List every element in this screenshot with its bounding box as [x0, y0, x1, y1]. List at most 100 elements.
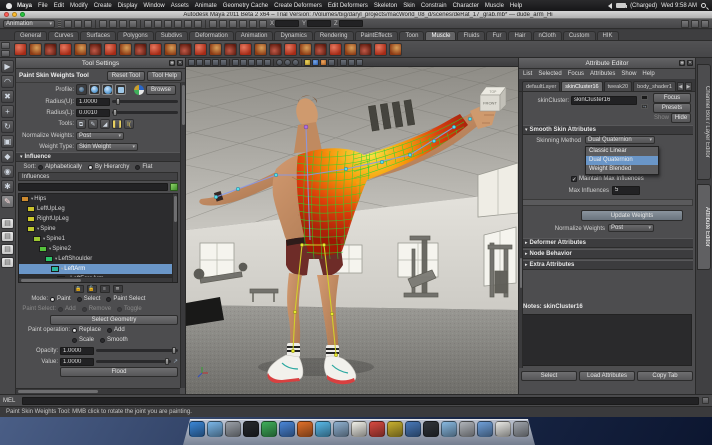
muscle-shelf-tool-icon[interactable]	[329, 43, 342, 56]
section-node-behavior[interactable]: Node Behavior	[521, 249, 693, 259]
radio-paint[interactable]: Paint	[50, 296, 71, 302]
mel-label[interactable]: MEL	[3, 398, 19, 404]
expand-arrow-icon[interactable]: ▾	[31, 196, 33, 202]
dock-app-mail[interactable]	[333, 421, 349, 437]
hide-button[interactable]: Hide	[671, 113, 691, 123]
presets-button[interactable]: Presets	[653, 103, 691, 113]
brush-profile-medium[interactable]	[89, 84, 100, 95]
menu-item-create-deformers[interactable]: Create Deformers	[273, 3, 323, 9]
select-object-icon[interactable]	[109, 20, 117, 28]
textured-icon[interactable]	[248, 59, 255, 66]
show-manipulator-tool-icon[interactable]: ✱	[1, 180, 14, 193]
dock-app-folder[interactable]	[477, 421, 493, 437]
muscle-shelf-tool-icon[interactable]	[149, 43, 162, 56]
mirror-weights-icon[interactable]: ▌▐	[112, 119, 122, 129]
radio-toggle[interactable]: Toggle	[117, 306, 142, 312]
shelf-tab-rendering[interactable]: Rendering	[314, 31, 354, 40]
xray-icon[interactable]	[284, 59, 291, 66]
shelf-tab-polygons[interactable]: Polygons	[117, 31, 154, 40]
tool-settings-vscrollbar[interactable]	[180, 83, 185, 388]
paint-tool-icon[interactable]: ✎	[88, 119, 98, 129]
muscle-shelf-tool-icon[interactable]	[119, 43, 132, 56]
view-cube-top-label[interactable]: TOP	[490, 90, 498, 94]
dock-app-app-red[interactable]	[369, 421, 385, 437]
menu-item-constrain[interactable]: Constrain	[420, 3, 448, 9]
lock-weights-icon[interactable]: 🔒	[74, 285, 84, 293]
lighting-icon[interactable]	[256, 59, 263, 66]
dock-app-ical[interactable]	[351, 421, 367, 437]
fog-icon[interactable]	[340, 59, 347, 66]
menu-item-character[interactable]: Character	[452, 3, 480, 9]
radius-u-slider[interactable]	[112, 100, 178, 103]
ae-normalize-dropdown[interactable]: Post▾	[608, 224, 654, 232]
snap-grid-icon[interactable]	[129, 20, 137, 28]
dock-app-trash[interactable]	[513, 421, 529, 437]
muscle-shelf-tool-icon[interactable]	[314, 43, 327, 56]
multisample-icon[interactable]	[320, 59, 327, 66]
select-component-icon[interactable]	[119, 20, 127, 28]
muscle-shelf-tool-icon[interactable]	[299, 43, 312, 56]
muscle-shelf-tool-icon[interactable]	[179, 43, 192, 56]
tab-channel-box[interactable]: Channel Box / Layer Editor	[697, 64, 711, 180]
close-window-button[interactable]	[4, 12, 9, 17]
menu-item-edit-deformers[interactable]: Edit Deformers	[327, 3, 369, 9]
weight-type-dropdown[interactable]: Skin Weight▾	[76, 143, 138, 151]
muscle-shelf-tool-icon[interactable]	[14, 43, 27, 56]
ae-menu-help[interactable]: Help	[642, 71, 654, 77]
menu-item-create[interactable]: Create	[93, 3, 113, 9]
wireframe-icon[interactable]	[232, 59, 239, 66]
shadows-icon[interactable]	[264, 59, 271, 66]
influence-list-hscrollbar[interactable]	[19, 277, 172, 282]
dock-app-photoshop[interactable]	[423, 421, 439, 437]
dock-app-iphoto[interactable]	[261, 421, 277, 437]
dock-app-itunes[interactable]	[207, 421, 223, 437]
ae-tab-skincluster16[interactable]: skinCluster16	[561, 81, 602, 91]
muscle-shelf-tool-icon[interactable]	[59, 43, 72, 56]
shelf-tab-curves[interactable]: Curves	[48, 31, 79, 40]
influence-row-rightupleg[interactable]: RightUpLeg	[19, 214, 177, 224]
radio-replace[interactable]: Replace	[72, 327, 101, 333]
ae-menu-attributes[interactable]: Attributes	[590, 71, 615, 77]
minimize-window-button[interactable]	[12, 12, 17, 17]
make-live-icon[interactable]	[184, 20, 192, 28]
snap-point-icon[interactable]	[154, 20, 162, 28]
ae-menu-selected[interactable]: Selected	[538, 71, 561, 77]
battery-icon[interactable]	[616, 3, 626, 8]
viewport[interactable]: FRONT TOP	[186, 67, 518, 394]
render-icon[interactable]	[209, 20, 217, 28]
dock-app-calculator[interactable]	[225, 421, 241, 437]
screen-ao-icon[interactable]	[304, 59, 311, 66]
new-scene-icon[interactable]	[64, 20, 72, 28]
menu-item-animate[interactable]: Animate	[194, 3, 218, 9]
smooth-flood-icon[interactable]: I(	[124, 119, 134, 129]
show-sidebar-icon[interactable]	[681, 20, 689, 28]
node-name-field[interactable]: skinCluster16	[571, 96, 637, 105]
scale-tool-icon[interactable]: ▣	[1, 135, 14, 148]
unlock-weights-icon[interactable]: 🔓	[87, 285, 97, 293]
smooth-skin-section-header[interactable]: Smooth Skin Attributes	[521, 125, 693, 135]
save-scene-icon[interactable]	[84, 20, 92, 28]
menubar-clock[interactable]: Wed 9:58 AM	[661, 3, 697, 9]
menu-item-maya[interactable]: Maya	[16, 3, 33, 9]
copy-tab-button[interactable]: Copy Tab	[637, 371, 693, 381]
load-attributes-button[interactable]: Load Attributes	[579, 371, 635, 381]
opacity-field[interactable]: 1.0000	[60, 347, 94, 355]
depth-of-field-icon[interactable]	[328, 59, 335, 66]
window-titlebar[interactable]: Autodesk Maya 2011 Beta 2 x64 – Trial Ve…	[0, 11, 712, 19]
mel-input[interactable]	[22, 397, 699, 405]
spotlight-icon[interactable]	[701, 3, 706, 8]
influence-row-spine[interactable]: ▾Spine	[19, 224, 177, 234]
brush-profile-square[interactable]	[115, 84, 126, 95]
flood-button[interactable]: Flood	[60, 367, 178, 377]
influence-row-spine2[interactable]: ▾Spine2	[19, 244, 177, 254]
select-geometry-button[interactable]: Select Geometry	[50, 315, 178, 325]
browse-profile-button[interactable]: Browse	[146, 85, 176, 95]
tool-settings-header[interactable]: Tool Settings ◉✕	[16, 58, 185, 69]
dock-app-dashboard[interactable]	[243, 421, 259, 437]
muscle-shelf-tool-icon[interactable]	[29, 43, 42, 56]
pin-icon[interactable]: ◉	[169, 60, 175, 66]
brush-profile-hard[interactable]	[102, 84, 113, 95]
dock-app-documents[interactable]	[495, 421, 511, 437]
shelf-tab-deformation[interactable]: Deformation	[189, 31, 234, 40]
move-tool-icon[interactable]: +	[1, 105, 14, 118]
